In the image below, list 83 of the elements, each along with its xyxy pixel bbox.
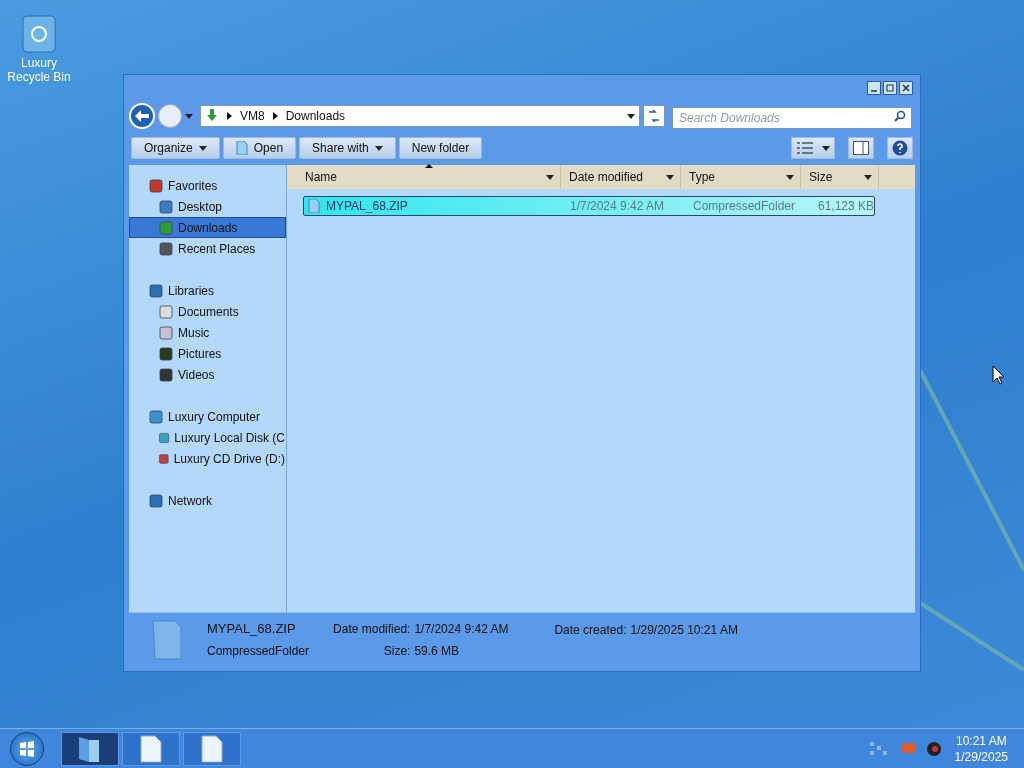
pane-icon [853,141,869,155]
file-row[interactable]: MYPAL_68.ZIP 1/7/2024 9:42 AM CompressedFolder 61,123 KB [303,196,875,216]
breadcrumb-item[interactable]: VM8 [240,107,265,125]
toolbar-button[interactable]: Organize [131,137,220,159]
refresh-icon [647,110,661,122]
file-icon [235,141,248,155]
sidebar-item[interactable]: Recent Places [129,238,286,259]
caret-icon [546,174,554,180]
caret-icon [198,145,207,151]
help-icon [892,140,908,156]
start-button[interactable] [10,731,44,766]
file-icon [308,199,320,213]
table-cell-text: CompressedFolder [692,198,797,215]
close-button[interactable] [899,81,913,95]
caret-icon [374,145,383,151]
table-cell: MYPAL_68.ZIP [304,197,566,215]
clock-time: 10:21 AM [955,732,1007,749]
sidebar-item[interactable]: Videos [129,364,286,385]
caret-icon [786,174,794,180]
minimize-button[interactable] [867,81,881,95]
toolbar-button[interactable]: Open [222,137,297,159]
help-button[interactable] [887,137,913,159]
back-arrow-icon [135,110,149,122]
close-icon [902,84,910,92]
taskbar-button[interactable] [122,731,180,766]
field-value: 59.6 MB [414,642,461,660]
clock-date: 1/29/2025 [954,748,1008,765]
caret-icon [864,174,872,180]
sidebar-item[interactable]: Pictures [129,343,286,364]
tray-grid-icon [867,739,890,758]
sidebar-item[interactable]: Luxury Local Disk (C [129,427,286,448]
folder-icon [151,618,183,661]
windows-logo-icon [19,740,35,757]
column-header[interactable]: Size [801,165,879,189]
search-field[interactable]: Search Downloads [672,107,912,129]
table-cell-text: 1/7/2024 9:42 AM [569,198,666,215]
file-type: CompressedFolder [207,643,310,661]
sidebar-item[interactable]: Documents [129,301,286,322]
chevron-icon [272,112,278,120]
column-header[interactable]: Name [287,165,561,189]
sidebar-item[interactable]: Downloads [129,217,286,238]
sidebar-item[interactable]: Network [129,490,286,511]
back-button[interactable] [129,103,155,129]
sidebar-item[interactable]: Luxury Computer [129,406,286,427]
column-header[interactable]: Date modified [561,165,681,189]
table-cell-text: 61,123 KB [816,198,874,215]
toolbar-button[interactable]: Share with [299,137,396,159]
breadcrumb-item[interactable]: Downloads [285,107,346,125]
tray-monitor-icon [900,741,917,756]
column-header[interactable]: Type [681,165,801,189]
field-label: Date created: [554,622,627,639]
file-name: MYPAL_68.ZIP [207,619,297,638]
caret-icon [627,113,635,119]
maximize-icon [886,84,894,92]
sidebar-item[interactable]: Desktop [129,196,286,217]
preview-pane-button[interactable] [848,137,874,159]
maximize-button[interactable] [883,81,897,95]
file-icon [140,734,162,763]
sort-arrow-icon [425,164,433,168]
list-view-icon [796,142,813,154]
field-label: Size: [383,642,411,660]
speaker-icon [925,740,942,757]
sidebar-item[interactable]: Libraries [129,280,286,301]
caret-icon [185,113,193,119]
chevron-icon [227,112,232,120]
caret-icon [666,174,674,180]
sidebar-item[interactable]: Favorites [129,175,286,196]
refresh-button[interactable] [643,105,665,127]
toolbar-button[interactable]: New folder [398,137,483,159]
field-value: 1/29/2025 10:21 AM [630,622,738,639]
taskbar-button[interactable] [61,731,119,766]
caret-icon [821,145,830,151]
download-arrow-icon [205,109,219,123]
sidebar-item[interactable]: Luxury CD Drive (D:) [129,448,286,469]
search-icon [894,110,906,122]
cursor-icon [992,365,1005,385]
address-bar[interactable]: VM8 Downloads [200,105,640,127]
taskbar-button[interactable] [183,731,241,766]
sidebar-item[interactable]: Music [129,322,286,343]
file-icon [201,734,223,763]
field-value: 1/7/2024 9:42 AM [414,620,510,638]
view-options-button[interactable] [791,137,835,159]
field-label: Date modified: [333,620,411,638]
